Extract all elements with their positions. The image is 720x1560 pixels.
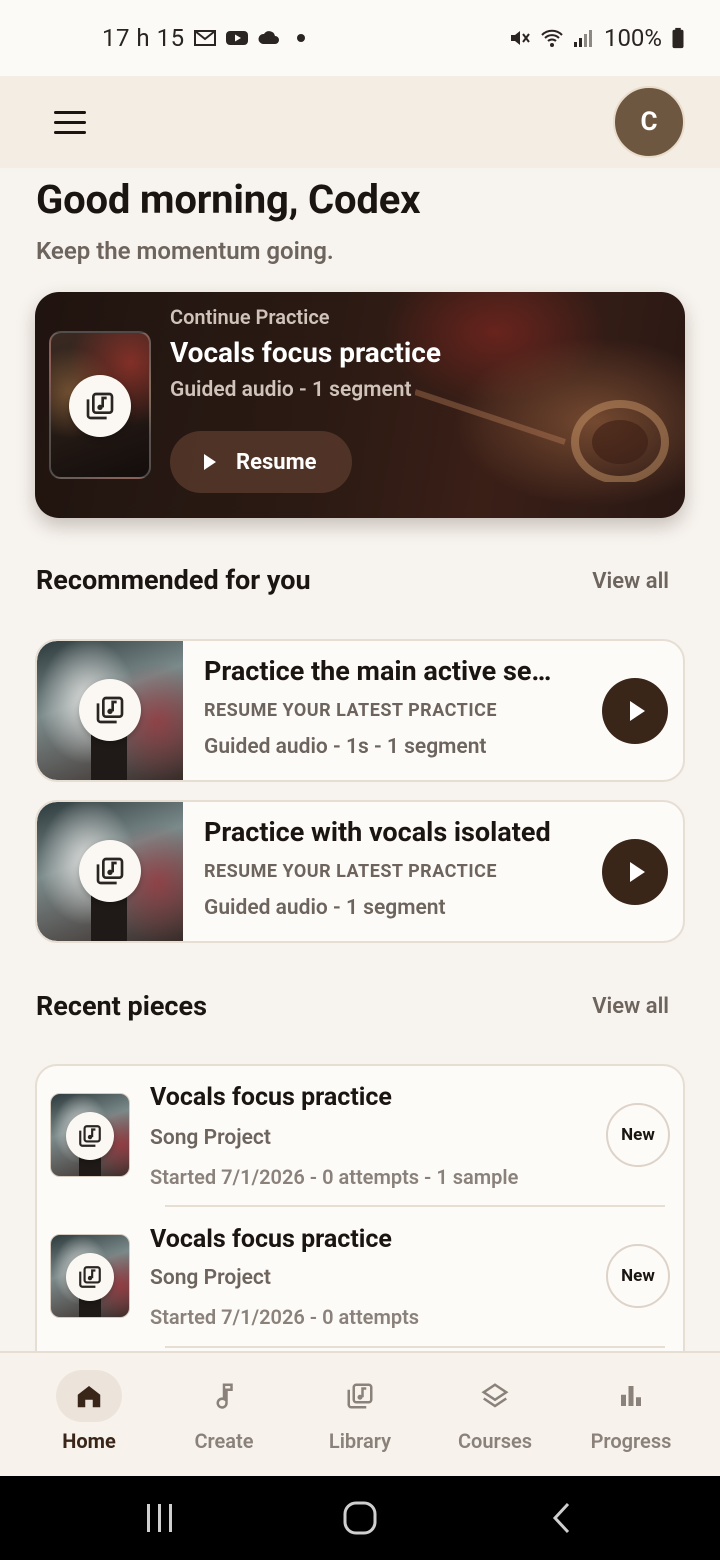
music-library-icon: [96, 696, 124, 724]
youtube-icon: [225, 31, 248, 45]
recent-subtitle: Song Project: [150, 1266, 271, 1290]
menu-icon: [54, 110, 86, 114]
play-icon: [204, 454, 216, 470]
new-badge: New: [606, 1103, 670, 1167]
bar-chart-icon: [621, 1386, 641, 1406]
trumpet-background-image: [415, 389, 669, 482]
play-button[interactable]: [602, 839, 668, 905]
app-bar: C: [0, 76, 720, 168]
nav-item-library[interactable]: Library: [306, 1353, 442, 1476]
status-left: 17 h 15: [102, 24, 305, 52]
divider: [165, 1205, 665, 1207]
continue-meta: Guided audio - 1 segment: [170, 378, 412, 402]
music-library-icon: [86, 392, 114, 420]
music-library-badge: [79, 679, 141, 741]
recent-section-title: Recent pieces: [36, 990, 207, 1022]
play-icon: [629, 701, 645, 721]
continue-thumbnail: [49, 331, 151, 479]
recent-title: Vocals focus practice: [150, 1225, 392, 1254]
recent-pieces-list: Vocals focus practice Song Project Start…: [35, 1064, 685, 1364]
recent-subtitle: Song Project: [150, 1126, 271, 1150]
continue-eyebrow: Continue Practice: [170, 305, 330, 329]
menu-button[interactable]: [46, 98, 94, 146]
layers-icon: [481, 1383, 509, 1408]
greeting-title: Good morning, Codex: [36, 176, 421, 223]
list-item[interactable]: Vocals focus practice Song Project Start…: [37, 1208, 683, 1348]
continue-title: Vocals focus practice: [170, 336, 441, 369]
music-library-icon: [96, 857, 124, 885]
music-note-icon: [216, 1383, 233, 1409]
resume-button[interactable]: Resume: [170, 431, 352, 493]
resume-label: Resume: [236, 449, 317, 475]
play-button[interactable]: [602, 678, 668, 744]
cloud-icon: [258, 31, 279, 44]
music-library-badge: [69, 375, 131, 437]
nav-label-create: Create: [194, 1429, 254, 1453]
recommended-card[interactable]: Practice the main active se… RESUME YOUR…: [35, 639, 685, 782]
system-navigation-bar: [0, 1476, 720, 1560]
nav-label-library: Library: [328, 1429, 392, 1453]
recent-meta: Started 7/1/2026 - 0 attempts: [150, 1305, 420, 1329]
music-library-badge: [66, 1112, 114, 1160]
nav-item-create[interactable]: Create: [170, 1353, 306, 1476]
recent-title: Vocals focus practice: [150, 1083, 392, 1112]
signal-icon: [573, 30, 592, 47]
nav-label-home: Home: [62, 1429, 116, 1453]
gmail-icon: [193, 30, 216, 46]
recommended-card[interactable]: Practice with vocals isolated RESUME YOU…: [35, 800, 685, 943]
mute-icon: [510, 31, 530, 45]
recommended-thumbnail: [37, 641, 183, 780]
recommended-meta: Guided audio - 1s - 1 segment: [204, 735, 487, 759]
new-badge: New: [606, 1244, 670, 1308]
recent-apps-button[interactable]: [130, 1500, 190, 1536]
home-icon: [77, 1386, 101, 1408]
status-time: 17 h 15: [102, 24, 185, 52]
battery-icon: [672, 27, 684, 49]
recent-view-all-link[interactable]: View all: [592, 994, 669, 1019]
play-icon: [629, 862, 645, 882]
nav-item-progress[interactable]: Progress: [577, 1353, 713, 1476]
greeting-subtitle: Keep the momentum going.: [36, 237, 334, 265]
recommended-view-all-link[interactable]: View all: [592, 569, 669, 594]
recent-thumbnail: [50, 1093, 130, 1177]
home-circle-icon: [343, 1501, 377, 1535]
library-icon: [347, 1383, 373, 1409]
battery-percent: 100%: [603, 24, 662, 52]
recent-thumbnail: [50, 1234, 130, 1318]
music-library-icon: [79, 1266, 101, 1288]
nav-item-home[interactable]: Home: [35, 1353, 171, 1476]
back-button[interactable]: [533, 1500, 593, 1536]
recommended-thumbnail: [37, 802, 183, 941]
music-library-badge: [79, 840, 141, 902]
avatar[interactable]: C: [613, 86, 685, 158]
status-right: 100%: [508, 24, 686, 52]
recommended-title: Practice the main active se…: [204, 655, 552, 687]
wifi-icon: [541, 29, 563, 47]
recommended-title: Practice with vocals isolated: [204, 816, 551, 848]
music-library-icon: [79, 1125, 101, 1147]
continue-practice-card[interactable]: Continue Practice Vocals focus practice …: [35, 292, 685, 518]
recent-meta: Started 7/1/2026 - 0 attempts - 1 sample: [150, 1165, 519, 1189]
back-chevron-icon: [552, 1502, 570, 1534]
dot-icon: [296, 34, 305, 42]
list-item[interactable]: Vocals focus practice Song Project Start…: [37, 1066, 683, 1206]
home-system-button[interactable]: [330, 1500, 390, 1536]
bottom-navigation: Home Create Library Courses Progress: [0, 1351, 720, 1476]
recommended-section-title: Recommended for you: [36, 564, 311, 596]
recommended-kicker: RESUME YOUR LATEST PRACTICE: [204, 861, 497, 882]
recommended-kicker: RESUME YOUR LATEST PRACTICE: [204, 700, 497, 721]
nav-label-courses: Courses: [457, 1429, 533, 1453]
music-library-badge: [66, 1253, 114, 1301]
recent-apps-icon: [147, 1504, 172, 1532]
status-bar: 17 h 15 100%: [0, 0, 720, 76]
nav-item-courses[interactable]: Courses: [441, 1353, 577, 1476]
divider: [165, 1346, 665, 1348]
recommended-meta: Guided audio - 1 segment: [204, 896, 446, 920]
nav-label-progress: Progress: [590, 1429, 672, 1453]
